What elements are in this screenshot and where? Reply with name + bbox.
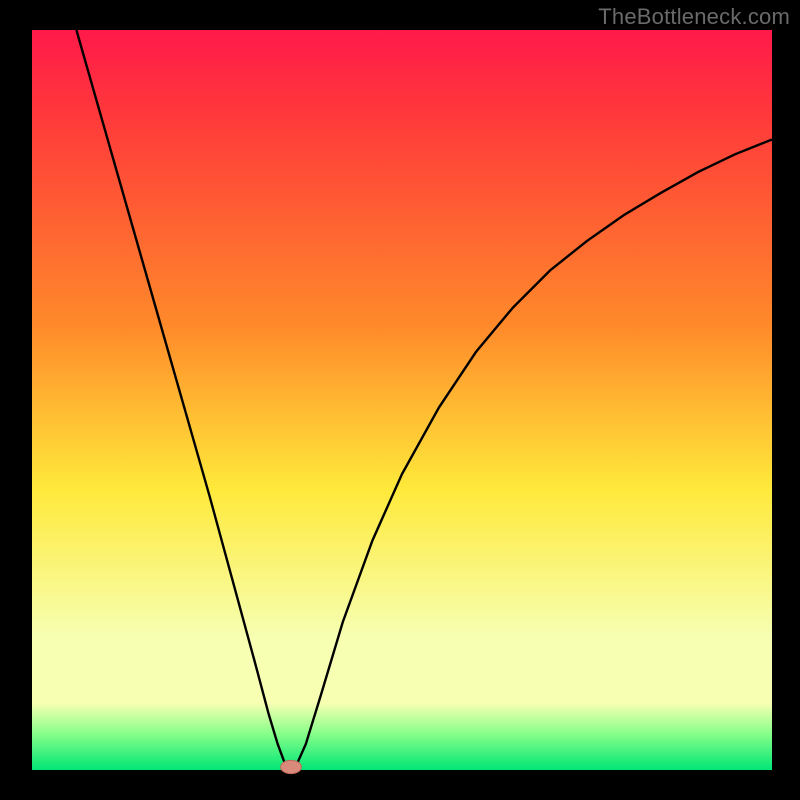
chart-frame: TheBottleneck.com: [0, 0, 800, 800]
bottleneck-chart: [0, 0, 800, 800]
watermark-text: TheBottleneck.com: [598, 4, 790, 30]
optimal-point-marker: [281, 760, 302, 773]
plot-background: [32, 30, 772, 770]
